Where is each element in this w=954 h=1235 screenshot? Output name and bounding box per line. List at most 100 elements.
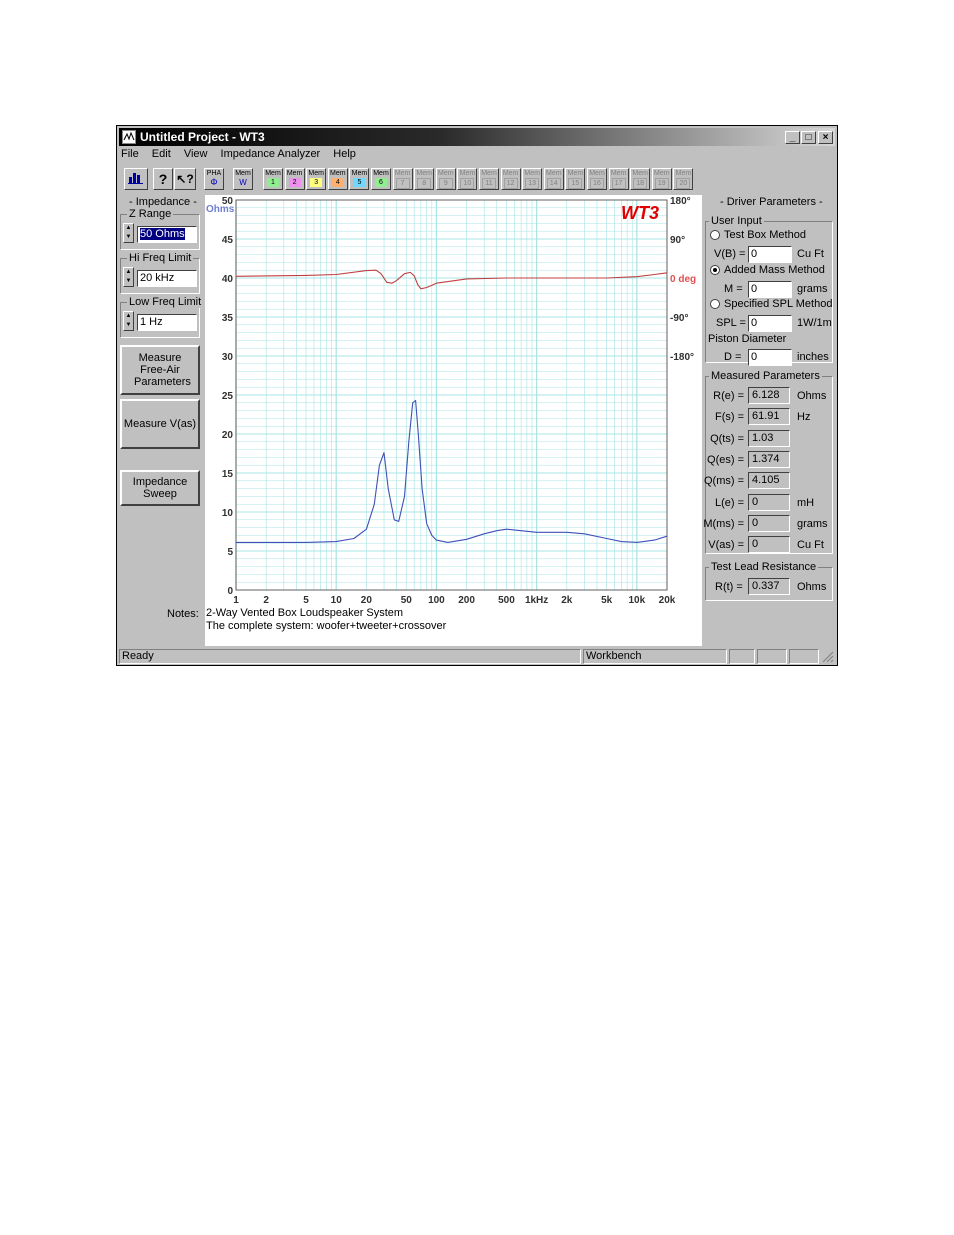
- phase-button[interactable]: PHA Φ: [204, 168, 224, 190]
- menu-file[interactable]: File: [121, 148, 139, 160]
- x-tick-label: 20: [361, 595, 373, 606]
- notes-field[interactable]: 2-Way Vented Box Loudspeaker System The …: [205, 606, 702, 646]
- x-tick-label: 2k: [561, 595, 573, 606]
- mem-slot-label: Mem: [610, 170, 627, 177]
- measure-free-air-button[interactable]: Measure Free-Air Parameters: [120, 345, 200, 395]
- mem-slot-2-button[interactable]: Mem 2: [284, 168, 305, 190]
- mem-slot-number: 16: [590, 178, 604, 189]
- menu-view[interactable]: View: [184, 148, 208, 160]
- impedance-chart[interactable]: 0 5 10 15 20 25 30 35 40 45 50 Ohms 180° 90° 0 deg -90°…: [205, 195, 702, 606]
- d-label: D =: [724, 351, 742, 363]
- mem-slot-label: Mem: [524, 170, 540, 177]
- mem-slot-14-button[interactable]: Mem 14: [543, 168, 564, 190]
- mem-slot-label: Mem: [632, 170, 648, 177]
- minimize-icon[interactable]: _: [785, 131, 800, 144]
- menu-impedance-analyzer[interactable]: Impedance Analyzer: [221, 148, 321, 160]
- mem-slot-number: 11: [482, 178, 496, 189]
- y-tick-label: 20: [222, 430, 234, 441]
- mem-slot-13-button[interactable]: Mem 13: [522, 168, 543, 190]
- x-tick-label: 5: [303, 595, 309, 606]
- x-tick-label: 10k: [628, 595, 645, 606]
- mem-slot-label: Mem: [438, 170, 454, 177]
- help-icon[interactable]: ?: [153, 168, 173, 190]
- mem-slot-11-button[interactable]: Mem 11: [479, 168, 499, 190]
- hi-freq-spinner[interactable]: ▲ ▼: [123, 267, 134, 287]
- mem-slot-number: 19: [654, 178, 669, 189]
- mem-slot-4-button[interactable]: Mem 4: [327, 168, 348, 190]
- resize-grip-icon[interactable]: [822, 651, 834, 663]
- context-help-icon[interactable]: ↖?: [174, 168, 196, 190]
- z-range-field[interactable]: 50 Ohms: [137, 226, 197, 243]
- mem-slot-1-button[interactable]: Mem 1: [263, 168, 283, 190]
- y-tick-label: 5: [227, 547, 233, 558]
- mem-slot-3-button[interactable]: Mem 3: [306, 168, 327, 190]
- mem-slot-number: 13: [525, 178, 540, 189]
- mem-slot-number: 10: [460, 178, 475, 189]
- impedance-title: - Impedance -: [129, 196, 197, 208]
- mem-slot-label: Mem: [675, 170, 692, 177]
- y-tick-label: 30: [222, 352, 234, 363]
- mem-slot-17-button[interactable]: Mem 17: [608, 168, 629, 190]
- bar-chart-icon[interactable]: [124, 168, 148, 190]
- mem-slot-label: Mem: [308, 170, 324, 177]
- z-range-spinner[interactable]: ▲ ▼: [123, 223, 134, 243]
- m-label: M =: [724, 283, 743, 295]
- phase-tick-label: -90°: [670, 313, 688, 324]
- mem-slot-16-button[interactable]: Mem 16: [587, 168, 607, 190]
- mem-slot-5-button[interactable]: Mem 5: [349, 168, 370, 190]
- impedance-sweep-button[interactable]: Impedance Sweep: [120, 470, 200, 506]
- mem-slot-20-button[interactable]: Mem 20: [673, 168, 694, 190]
- hi-freq-field[interactable]: 20 kHz: [137, 270, 197, 287]
- notes-line-1: 2-Way Vented Box Loudspeaker System: [206, 607, 404, 619]
- mem-slot-8-button[interactable]: Mem 8: [414, 168, 435, 190]
- title-bar[interactable]: Untitled Project - WT3 _ □ ×: [119, 128, 835, 146]
- close-icon[interactable]: ×: [818, 131, 833, 144]
- measure-vas-button[interactable]: Measure V(as): [120, 399, 200, 449]
- d-field[interactable]: 0: [748, 349, 792, 366]
- menu-edit[interactable]: Edit: [152, 148, 171, 160]
- mem-slot-6-button[interactable]: Mem 6: [371, 168, 391, 190]
- low-freq-field[interactable]: 1 Hz: [137, 314, 197, 331]
- mem-slot-18-button[interactable]: Mem 18: [630, 168, 651, 190]
- left-panel: - Impedance - Z Range ▲ ▼ 50 Ohms Hi Freq…: [117, 195, 205, 648]
- x-tick-label: 100: [428, 595, 445, 606]
- y-axis-label: Ohms: [206, 204, 235, 215]
- z-range-label: Z Range: [127, 208, 174, 220]
- low-freq-spinner[interactable]: ▲ ▼: [123, 311, 134, 331]
- mem-slot-label: Mem: [394, 170, 411, 177]
- mem-slot-label: Mem: [265, 170, 281, 177]
- mem-slot-number: 5: [353, 178, 366, 187]
- measured-value: 0: [748, 514, 790, 532]
- spl-field[interactable]: 0: [748, 315, 792, 332]
- menu-help[interactable]: Help: [333, 148, 356, 160]
- mem-slot-label: Mem: [373, 170, 389, 177]
- low-freq-label: Low Freq Limit: [127, 296, 204, 308]
- vb-field[interactable]: 0: [748, 246, 792, 263]
- measured-value: 61.91: [748, 408, 790, 426]
- added-mass-radio[interactable]: [710, 265, 720, 275]
- m-field[interactable]: 0: [748, 281, 792, 298]
- vb-unit: Cu Ft: [797, 248, 824, 260]
- mem-slot-19-button[interactable]: Mem 19: [651, 168, 672, 190]
- y-tick-label: 45: [222, 235, 234, 246]
- mem-w-button[interactable]: Mem W: [233, 168, 253, 190]
- mem-slot-number: 4: [331, 178, 344, 187]
- measured-label: Q(ts) =: [710, 432, 744, 445]
- maximize-icon[interactable]: □: [801, 131, 816, 144]
- phase-label: PHA: [206, 170, 222, 177]
- mem-slot-15-button[interactable]: Mem 15: [565, 168, 586, 190]
- mem-slot-number: 2: [288, 178, 301, 187]
- mem-w-label: Mem: [235, 170, 251, 177]
- spl-radio[interactable]: [710, 299, 720, 309]
- mem-slot-12-button[interactable]: Mem 12: [500, 168, 521, 190]
- mem-slot-10-button[interactable]: Mem 10: [457, 168, 478, 190]
- measured-value: 4.105: [748, 472, 790, 490]
- phase-tick-label: 90°: [670, 235, 685, 246]
- rt-unit: Ohms: [797, 581, 827, 593]
- mem-slot-label: Mem: [330, 170, 346, 177]
- mem-slot-7-button[interactable]: Mem 7: [392, 168, 413, 190]
- mem-slot-label: Mem: [589, 170, 605, 177]
- spl-method-label: Specified SPL Method: [724, 298, 833, 310]
- test-box-radio[interactable]: [710, 230, 720, 240]
- mem-slot-9-button[interactable]: Mem 9: [435, 168, 456, 190]
